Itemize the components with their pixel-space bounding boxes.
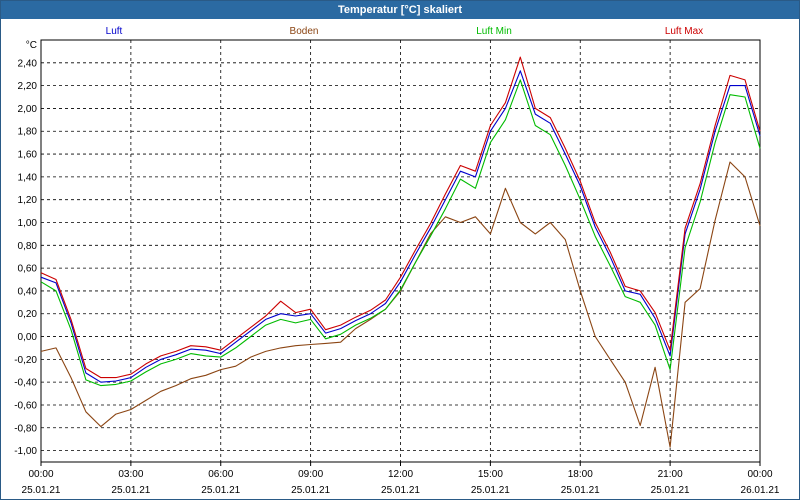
y-tick-label: 0,20 — [18, 309, 38, 320]
x-tick-time: 15:00 — [478, 469, 503, 480]
x-tick-date: 25.01.21 — [22, 485, 61, 496]
x-tick-date: 25.01.21 — [291, 485, 330, 496]
y-tick-label: 2,40 — [18, 58, 38, 69]
x-tick-time: 21:00 — [658, 469, 683, 480]
x-tick-time: 06:00 — [208, 469, 233, 480]
y-axis-label: °C — [26, 40, 37, 51]
x-tick-date: 25.01.21 — [381, 485, 420, 496]
y-tick-label: 2,00 — [18, 104, 38, 115]
legend-entry: Boden — [290, 26, 319, 37]
y-tick-label: 1,20 — [18, 195, 38, 206]
y-tick-label: -1,00 — [14, 446, 37, 457]
x-tick-date: 25.01.21 — [111, 485, 150, 496]
y-tick-label: -0,40 — [14, 378, 37, 389]
x-tick-date: 25.01.21 — [651, 485, 690, 496]
x-tick-time: 09:00 — [298, 469, 323, 480]
y-tick-label: 2,20 — [18, 81, 38, 92]
legend-entry: Luft Min — [476, 26, 512, 37]
x-tick-time: 00:00 — [747, 469, 772, 480]
y-tick-label: -0,80 — [14, 423, 37, 434]
y-tick-label: 0,60 — [18, 264, 38, 275]
legend-entry: Luft — [106, 26, 123, 37]
x-tick-time: 12:00 — [388, 469, 413, 480]
temperature-chart: 2,40 2,20 2,00 1,80 1,60 1,40 1,20 1,00 0,80 0,60… — [14, 26, 780, 496]
y-tick-label: 1,60 — [18, 150, 38, 161]
y-tick-label: 1,40 — [18, 172, 38, 183]
y-tick-label: -0,20 — [14, 355, 37, 366]
y-tick-label: 0,80 — [18, 241, 38, 252]
x-tick-date: 26.01.21 — [741, 485, 780, 496]
legend-entry: Luft Max — [665, 26, 703, 37]
x-tick-date: 25.01.21 — [471, 485, 510, 496]
y-tick-label: 1,80 — [18, 127, 38, 138]
x-tick-date: 25.01.21 — [201, 485, 240, 496]
y-tick-label: 0,40 — [18, 286, 38, 297]
x-tick-time: 18:00 — [568, 469, 593, 480]
x-tick-time: 03:00 — [118, 469, 143, 480]
y-tick-label: 1,00 — [18, 218, 38, 229]
chart-window: Temperatur [°C] skaliert 2,40 2,20 2,00 1,8… — [0, 0, 800, 500]
y-tick-label: -0,60 — [14, 400, 37, 411]
x-tick-time: 00:00 — [28, 469, 53, 480]
y-tick-label: 0,00 — [18, 332, 38, 343]
x-tick-date: 25.01.21 — [561, 485, 600, 496]
